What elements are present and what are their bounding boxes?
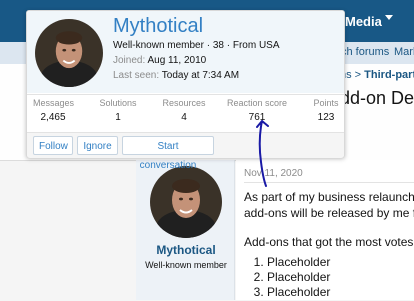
post-text-line: add-ons will be released by me for [244, 206, 414, 220]
last-seen-value: Today at 7:34 AM [161, 70, 240, 81]
joined-label: Joined: [113, 55, 146, 66]
thread-title: dd-on De [340, 88, 414, 108]
stat-points[interactable]: Points 123 [312, 98, 340, 123]
list-item: Placeholder [267, 270, 330, 285]
member-card-actions: Follow Ignore Start conversation [27, 132, 344, 171]
list-item: Placeholder [267, 255, 330, 270]
post-date[interactable]: Nov 11, 2020 [244, 168, 303, 179]
nav-item-media[interactable]: Media [345, 14, 382, 29]
post-author-name[interactable]: Mythotical [136, 243, 236, 257]
member-last-seen: Last seen: Today at 7:34 AM [113, 70, 239, 81]
stat-value: 4 [181, 112, 187, 123]
stat-label: Points [313, 98, 339, 108]
stat-value: 761 [248, 112, 266, 123]
post-author-avatar[interactable] [150, 166, 222, 238]
breadcrumb: ns > Third-party [340, 69, 414, 81]
breadcrumb-item-third-party[interactable]: Third-party [364, 69, 414, 81]
stat-label: Reaction score [227, 98, 288, 108]
follow-button[interactable]: Follow [33, 136, 73, 155]
post-text-line: As part of my business relaunch an [244, 190, 414, 204]
post-divider [244, 182, 414, 183]
member-name-link[interactable]: Mythotical [113, 15, 203, 38]
stat-label: Resources [162, 98, 206, 108]
joined-value: Aug 11, 2010 [147, 55, 207, 66]
stat-label: Solutions [99, 98, 137, 108]
post-author-title: Well-known member [145, 260, 227, 270]
start-conversation-button[interactable]: Start conversation [122, 136, 214, 171]
member-avatar[interactable] [35, 19, 103, 87]
member-stats: Messages 2,465 Solutions 1 Resources 4 R… [27, 94, 344, 133]
subnav-item-search-forums[interactable]: ch forums [341, 46, 389, 58]
stat-solutions: Solutions 1 [96, 98, 140, 123]
stat-value: 2,465 [40, 112, 66, 123]
subnav-item-mark-read[interactable]: Mark [394, 46, 414, 58]
stat-label: Messages [33, 98, 75, 108]
member-tooltip-card: Mythotical Well-known member · 38 · From… [26, 10, 345, 171]
last-seen-label: Last seen: [113, 70, 160, 81]
stat-reaction-score: Reaction score 761 [227, 98, 287, 123]
member-user-title: Well-known member · 38 · From USA [113, 40, 280, 51]
member-card-header: Mythotical Well-known member · 38 · From… [27, 11, 344, 93]
chevron-down-icon[interactable] [385, 15, 393, 20]
member-joined: Joined: Aug 11, 2010 [113, 55, 206, 66]
post-body: Nov 11, 2020 As part of my business rela… [236, 160, 414, 300]
post-text-line: Add-ons that got the most votes: [244, 235, 414, 249]
list-item: Placeholder [267, 285, 330, 300]
stat-value: 123 [317, 112, 335, 123]
stat-value: 1 [115, 112, 121, 123]
avatar-photo-icon [150, 166, 222, 238]
stat-messages[interactable]: Messages 2,465 [33, 98, 75, 123]
post-list: Placeholder Placeholder Placeholder [244, 255, 330, 300]
ignore-button[interactable]: Ignore [77, 136, 118, 155]
stat-resources[interactable]: Resources 4 [162, 98, 206, 123]
avatar-photo-icon [35, 19, 103, 87]
